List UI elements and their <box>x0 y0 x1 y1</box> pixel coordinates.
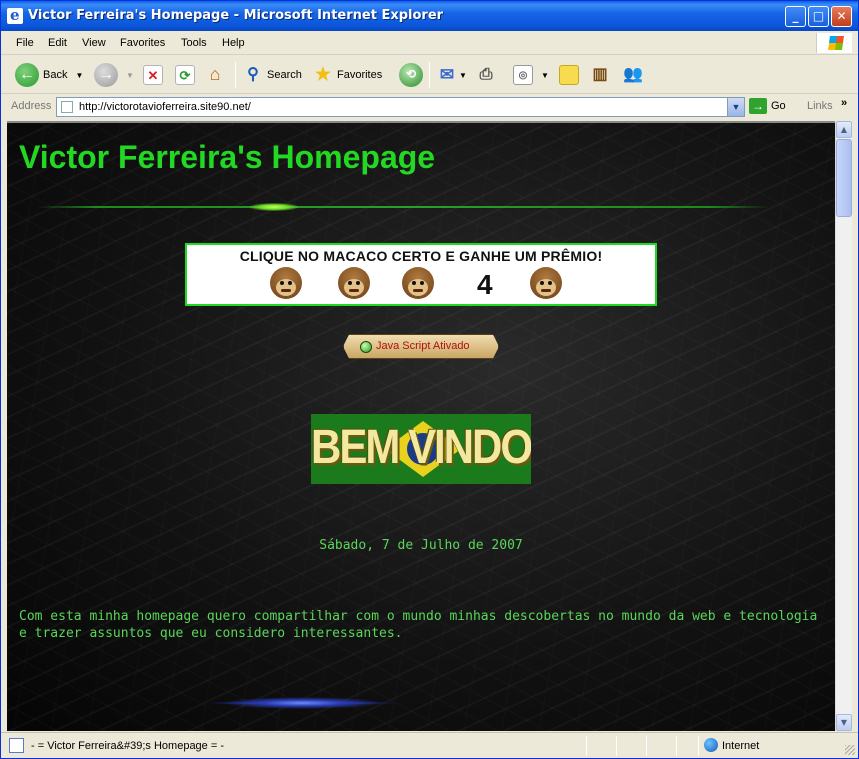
page-status-icon <box>9 738 24 753</box>
status-divider <box>646 736 647 756</box>
forward-arrow-icon: → <box>94 63 118 87</box>
refresh-icon: ⟳ <box>175 65 195 85</box>
star-icon: ★ <box>314 64 332 84</box>
go-label: Go <box>771 100 786 112</box>
research-icon: ▥ <box>592 66 608 83</box>
current-date: Sábado, 7 de Julho de 2007 <box>319 538 523 553</box>
toolbar-separator <box>429 62 430 88</box>
windows-logo-icon <box>816 33 852 53</box>
home-icon: ⌂ <box>209 64 221 84</box>
menu-view[interactable]: View <box>82 37 106 49</box>
edit-page-icon: ◎ <box>513 65 533 85</box>
history-icon: ⟲ <box>399 63 423 87</box>
forward-dropdown-icon[interactable]: ▼ <box>126 71 134 80</box>
scroll-down-icon[interactable]: ▼ <box>836 714 852 731</box>
status-divider <box>698 736 699 756</box>
status-text: - = Victor Ferreira&#39;s Homepage = - <box>31 740 224 752</box>
address-input[interactable]: http://victorotavioferreira.site90.net/ … <box>56 97 745 117</box>
search-icon: ⚲ <box>247 66 259 83</box>
internet-zone-icon <box>704 738 718 752</box>
maximize-button[interactable]: □ <box>808 6 829 27</box>
mail-icon: ✉ <box>439 65 455 84</box>
scroll-up-icon[interactable]: ▲ <box>836 121 852 138</box>
back-button[interactable]: ← Back ▼ <box>15 62 83 88</box>
menu-tools[interactable]: Tools <box>181 37 207 49</box>
stop-button[interactable]: ✕ <box>143 62 163 88</box>
favorites-label: Favorites <box>337 69 383 81</box>
go-arrow-icon: → <box>749 98 767 114</box>
discuss-button[interactable] <box>559 62 579 88</box>
links-button[interactable]: Links <box>807 100 833 112</box>
divider-glow <box>249 203 299 211</box>
security-zone-label: Internet <box>722 740 760 752</box>
vertical-scrollbar[interactable]: ▲ ▼ <box>835 121 852 731</box>
refresh-button[interactable]: ⟳ <box>175 62 195 88</box>
status-divider <box>586 736 587 756</box>
back-dropdown-icon[interactable]: ▼ <box>75 71 83 80</box>
menu-favorites[interactable]: Favorites <box>120 37 165 49</box>
monkey-icon[interactable] <box>269 267 303 303</box>
search-button[interactable]: ⚲ Search <box>243 62 302 88</box>
page-content: Victor Ferreira's Homepage CLIQUE NO MAC… <box>7 121 835 731</box>
forward-button[interactable]: → ▼ <box>94 62 134 88</box>
javascript-badge: Java Script Ativado <box>343 334 499 359</box>
print-button[interactable]: ⎙ <box>476 62 496 88</box>
title-bar[interactable]: Victor Ferreira's Homepage - Microsoft I… <box>1 1 858 31</box>
note-icon <box>559 65 579 85</box>
page-icon <box>61 101 73 113</box>
home-button[interactable]: ⌂ <box>205 62 225 88</box>
messenger-button[interactable]: 👥 <box>623 62 643 88</box>
menu-file[interactable]: File <box>16 37 34 49</box>
status-dot-icon <box>360 341 372 353</box>
browser-window: Victor Ferreira's Homepage - Microsoft I… <box>0 0 859 759</box>
edit-button[interactable]: ◎ ▼ <box>513 62 549 88</box>
edit-dropdown-icon[interactable]: ▼ <box>541 71 549 80</box>
welcome-banner: BEM VINDO <box>311 414 531 484</box>
menu-help[interactable]: Help <box>222 37 245 49</box>
footer-glow <box>222 697 382 709</box>
page-heading: Victor Ferreira's Homepage <box>19 139 436 175</box>
monkey-icon[interactable] <box>529 267 563 303</box>
monkey-icon[interactable] <box>337 267 371 303</box>
back-label: Back <box>43 69 68 81</box>
banner-number: 4 <box>477 269 493 300</box>
monkey-ad-banner[interactable]: CLIQUE NO MACACO CERTO E GANHE UM PRÊMIO… <box>185 243 657 306</box>
go-button[interactable]: → Go <box>749 98 786 114</box>
minimize-button[interactable]: _ <box>785 6 806 27</box>
printer-icon: ⎙ <box>479 66 493 83</box>
javascript-badge-text: Java Script Ativado <box>376 340 470 352</box>
menu-edit[interactable]: Edit <box>48 37 67 49</box>
stop-icon: ✕ <box>143 65 163 85</box>
messenger-icon: 👥 <box>623 66 643 83</box>
ie-icon <box>7 6 23 24</box>
scroll-thumb[interactable] <box>836 139 852 217</box>
mail-button[interactable]: ✉ ▼ <box>437 62 467 88</box>
favorites-button[interactable]: ★ Favorites <box>313 62 382 88</box>
links-chevron-icon[interactable]: » <box>841 97 847 109</box>
close-button[interactable]: ✕ <box>831 6 852 27</box>
status-bar: - = Victor Ferreira&#39;s Homepage = - I… <box>1 732 858 758</box>
intro-paragraph: Com esta minha homepage quero compartilh… <box>19 609 818 641</box>
address-url[interactable]: http://victorotavioferreira.site90.net/ <box>79 101 251 113</box>
research-button[interactable]: ▥ <box>590 62 610 88</box>
search-label: Search <box>267 69 302 81</box>
mail-dropdown-icon[interactable]: ▼ <box>459 71 467 80</box>
back-arrow-icon: ← <box>15 63 39 87</box>
resize-grip-icon[interactable] <box>845 745 855 755</box>
address-label: Address <box>11 100 52 112</box>
banner-text: CLIQUE NO MACACO CERTO E GANHE UM PRÊMIO… <box>239 248 603 264</box>
menu-bar: File Edit View Favorites Tools Help <box>1 31 858 55</box>
address-bar: Address http://victorotavioferreira.site… <box>1 95 858 119</box>
status-divider <box>616 736 617 756</box>
monkey-icon[interactable] <box>401 267 435 303</box>
divider-line <box>37 206 769 208</box>
address-dropdown-icon[interactable]: ▼ <box>727 98 744 116</box>
history-button[interactable]: ⟲ <box>399 62 423 88</box>
window-title: Victor Ferreira's Homepage - Microsoft I… <box>28 8 444 23</box>
toolbar: ← Back ▼ → ▼ ✕ ⟳ ⌂ ⚲ Search ★ Favorites … <box>1 56 858 94</box>
status-divider <box>676 736 677 756</box>
welcome-text: BEM VINDO <box>311 419 531 474</box>
toolbar-separator <box>235 62 236 88</box>
